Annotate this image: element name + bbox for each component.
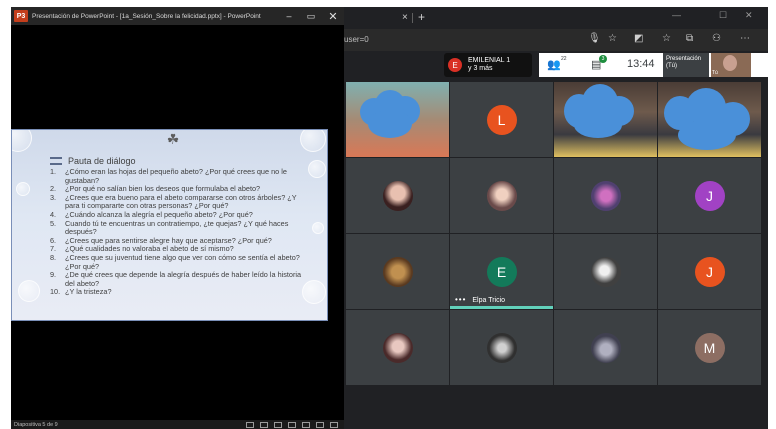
- list-item: 1. ¿Cómo eran las hojas del pequeño abeto…: [50, 167, 287, 185]
- comments-icon[interactable]: [274, 421, 282, 428]
- participants-icon[interactable]: 👥: [547, 58, 561, 71]
- participant-avatar: M: [694, 332, 725, 363]
- more-icon[interactable]: ⋯: [740, 33, 750, 44]
- participant-photo: [382, 180, 413, 211]
- bubble-decoration: [312, 222, 324, 234]
- screen: P3 Presentación de PowerPoint - [1a_Sesi…: [0, 0, 776, 429]
- browser-close-button[interactable]: ✕: [745, 10, 753, 21]
- powerpoint-logo-icon: P3: [14, 10, 28, 22]
- participant-tile[interactable]: [554, 310, 657, 385]
- participant-tile[interactable]: L: [450, 82, 553, 157]
- slide-heading: Pauta de diálogo: [68, 156, 136, 166]
- participant-photo: [486, 180, 517, 211]
- participant-photo: [590, 332, 621, 363]
- participant-tile[interactable]: [450, 158, 553, 233]
- meet-controls: 👥 22 ▤ 3 13:44 Presentación (Tú) Tú: [539, 53, 769, 77]
- bubble-decoration: [12, 130, 32, 152]
- self-view-tile[interactable]: Tú: [711, 53, 751, 77]
- tab-close-icon[interactable]: ×: [402, 12, 408, 23]
- participant-tile[interactable]: J: [658, 158, 761, 233]
- participants-count: 22: [561, 56, 567, 62]
- participant-avatar: J: [694, 256, 725, 287]
- presenter-chip[interactable]: E EMILENIAL 1 y 3 más: [444, 53, 532, 77]
- bubble-decoration: [18, 280, 40, 302]
- slide-sorter-icon[interactable]: [302, 421, 310, 428]
- participant-avatar: L: [486, 104, 517, 135]
- participant-avatar: E: [486, 256, 517, 287]
- participant-photo: [590, 180, 621, 211]
- ppt-statusbar: Diapositiva 5 de 9: [11, 420, 344, 429]
- more-options-icon[interactable]: •••: [455, 295, 466, 304]
- normal-view-icon[interactable]: [288, 421, 296, 428]
- list-item: 3. ¿Crees que era bueno para el abeto com…: [50, 192, 297, 211]
- participant-photo: [382, 332, 413, 363]
- profile-icon[interactable]: ⚇: [712, 33, 721, 44]
- presenter-more: y 3 más: [468, 65, 493, 72]
- slideshow-icon[interactable]: [330, 421, 338, 428]
- mic-icon[interactable]: 🎙: [588, 33, 601, 44]
- participant-tile[interactable]: M: [658, 310, 761, 385]
- participant-tile[interactable]: [450, 310, 553, 385]
- question-list: 1. ¿Cómo eran las hojas del pequeño abeto…: [50, 167, 312, 297]
- self-face: [723, 55, 737, 71]
- participant-grid: L J E ••• Elpa Tricio J M: [344, 80, 768, 385]
- browser-minimize-button[interactable]: —: [672, 10, 681, 20]
- participant-tile[interactable]: [554, 234, 657, 309]
- ppt-close-button[interactable]: ✕: [322, 7, 344, 25]
- slide-counter: Diapositiva 5 de 9: [14, 421, 58, 428]
- list-item: 8. ¿Crees que su juventud tiene algo que …: [50, 252, 300, 271]
- url-text[interactable]: user=0: [344, 35, 369, 44]
- notes-icon[interactable]: [260, 421, 268, 428]
- browser-maximize-button[interactable]: ☐: [719, 10, 727, 21]
- participant-photo: [590, 256, 621, 287]
- ppt-maximize-button[interactable]: ▭: [300, 7, 322, 25]
- reading-view-icon[interactable]: [316, 421, 324, 428]
- browser-window: × + — ☐ ✕ user=0 🎙 ☆ ◩ ☆ ⧉ ⚇ ⋯ E EMILENI…: [344, 7, 769, 429]
- participant-tile[interactable]: E ••• Elpa Tricio: [450, 234, 553, 309]
- participant-tile[interactable]: [554, 82, 657, 157]
- meet-top-bar: E EMILENIAL 1 y 3 más 👥 22 ▤ 3 13:44 Pre…: [344, 51, 769, 79]
- speaking-indicator: [450, 306, 553, 309]
- screen-edge: [768, 0, 776, 429]
- participant-tile[interactable]: [346, 158, 449, 233]
- self-label: Tú: [712, 70, 718, 76]
- participant-tile[interactable]: [346, 234, 449, 309]
- participant-photo: [382, 256, 413, 287]
- participant-photo: [486, 332, 517, 363]
- participant-tile[interactable]: [554, 158, 657, 233]
- list-item: 9. ¿De qué crees que depende la alegría …: [50, 270, 302, 288]
- extension-icon[interactable]: ◩: [634, 33, 643, 44]
- favorites-icon[interactable]: ☆: [662, 33, 671, 44]
- collections-icon[interactable]: ⧉: [686, 33, 693, 44]
- bubble-decoration: [300, 130, 326, 152]
- tab-separator: [412, 13, 413, 23]
- tab-bar: × + — ☐ ✕: [344, 7, 768, 29]
- presenter-avatar: E: [448, 58, 462, 72]
- ppt-titlebar: P3 Presentación de PowerPoint - [1a_Sesi…: [11, 7, 344, 25]
- list-item: 10. ¿Y la tristeza?: [50, 287, 112, 297]
- menu-lines-icon: [50, 157, 62, 165]
- participant-tile[interactable]: [346, 310, 449, 385]
- presenter-name: EMILENIAL 1: [468, 57, 511, 64]
- ppt-minimize-button[interactable]: –: [278, 7, 300, 25]
- participant-tile[interactable]: J: [658, 234, 761, 309]
- participant-name: Elpa Tricio: [472, 297, 506, 304]
- clover-ornament-icon: ☘: [166, 131, 180, 147]
- bubble-decoration: [16, 182, 30, 196]
- chat-count-badge: 3: [599, 55, 607, 63]
- star-icon[interactable]: ☆: [608, 33, 617, 44]
- participant-tile[interactable]: [658, 82, 761, 157]
- settings-icon[interactable]: [246, 421, 254, 428]
- ppt-window-title: Presentación de PowerPoint - [1a_Sesión_…: [32, 12, 261, 20]
- slide[interactable]: ☘ Pauta de diálogo 1. ¿Cómo eran las hoja…: [11, 129, 328, 321]
- meeting-clock: 13:44: [627, 58, 655, 70]
- presentation-tile[interactable]: Presentación (Tú): [663, 53, 709, 77]
- participant-tile[interactable]: [346, 82, 449, 157]
- address-bar[interactable]: user=0 🎙 ☆ ◩ ☆ ⧉ ⚇ ⋯: [344, 29, 768, 51]
- participant-avatar: J: [694, 180, 725, 211]
- powerpoint-window: P3 Presentación de PowerPoint - [1a_Sesi…: [11, 7, 344, 429]
- new-tab-button[interactable]: +: [418, 10, 425, 24]
- list-item: 5. Cuando tú te encuentras un contratiemp…: [50, 218, 289, 237]
